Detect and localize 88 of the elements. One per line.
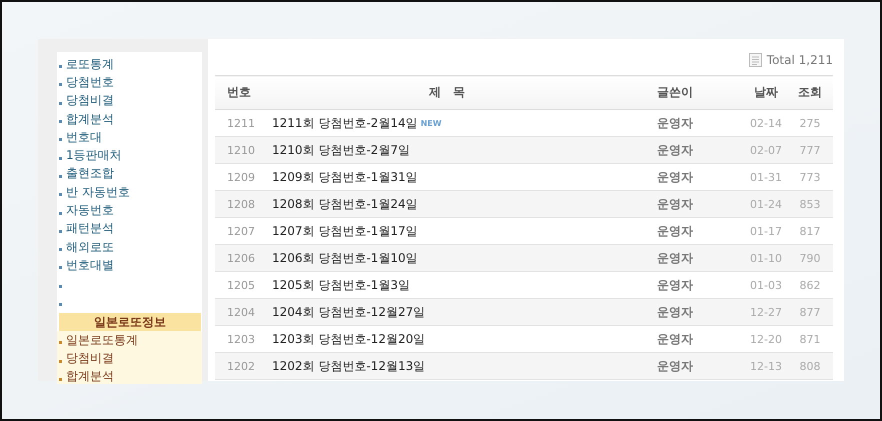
column-header: 글쓴이 [632,76,745,110]
bullet-icon [59,303,62,306]
table-cell: 운영자 [632,244,745,272]
table-cell: 운영자 [632,272,745,298]
bullet-icon [59,378,62,381]
table-cell: 777 [787,136,833,164]
table-cell: 1210 [215,136,262,164]
table-cell: 운영자 [632,164,745,190]
table-cell: 275 [787,110,833,136]
sidebar-link[interactable]: 출현조합 [66,165,114,182]
sidebar-link[interactable]: 합계분석 [66,110,114,128]
bullet-icon [59,193,62,196]
table-cell: 12-27 [745,298,787,326]
table-cell: 운영자 [632,298,745,326]
table-cell: 773 [787,164,833,190]
sidebar-link[interactable]: 해외로또 [66,238,114,256]
table-cell: 운영자 [632,326,745,352]
table-cell: 871 [787,326,833,352]
bullet-icon [59,230,62,233]
table-cell: 1208 [215,190,262,218]
table-cell: 877 [787,298,833,326]
bullet-icon [59,284,62,288]
table-cell: 운영자 [632,136,745,164]
bullet-icon [59,341,62,344]
sidebar-link[interactable]: 당첨비결 [66,92,114,110]
document-icon [748,53,762,67]
post-title-link[interactable]: 1204회 당첨번호-12월27일 [272,304,426,318]
table-cell: 01-03 [745,272,787,298]
column-header: 날짜 [745,76,787,110]
table-cell: 853 [787,190,833,218]
table-cell: 808 [787,352,833,380]
sidebar-link[interactable]: 자동번호 [66,202,114,220]
column-header: 번호 [215,76,262,110]
column-header: 제 목 [262,76,632,110]
bullet-icon [59,138,62,142]
post-title-link[interactable]: 1202회 당첨번호-12월13일 [272,358,426,372]
table-cell: 1207 [215,218,262,244]
table-cell: 1205 [215,272,262,298]
sidebar-link[interactable]: 로또통계 [66,56,114,73]
sidebar-link[interactable]: 번호대 [66,128,102,146]
bullet-icon [59,83,62,86]
sidebar-link[interactable]: 반 자동번호 [66,184,130,201]
table-cell: 운영자 [632,218,745,244]
table-cell: 01-17 [745,218,787,244]
table-cell: 운영자 [632,190,745,218]
total-count: Total 1,211 [766,53,833,67]
table-cell: 1209 [215,164,262,190]
sidebar-link[interactable]: 패턴분석 [66,220,114,238]
bullet-icon [59,65,62,68]
table-cell: 1206 [215,244,262,272]
table-cell: 1204 [215,298,262,326]
post-title-link[interactable]: 1211회 당첨번호-2월14일 [272,116,418,130]
bullet-icon [59,156,62,160]
bullet-icon [59,120,62,124]
table-cell: 12-20 [745,326,787,352]
post-title-link[interactable]: 1205회 당첨번호-1월3일 [272,278,410,292]
post-title-link[interactable]: 1209회 당첨번호-1월31일 [272,170,418,184]
sidebar-link[interactable]: 1등판매처 [66,147,122,164]
post-title-link[interactable]: 1206회 당첨번호-1월10일 [272,250,418,264]
table-cell: 01-31 [745,164,787,190]
table-cell: 1202 [215,352,262,380]
bullet-icon [59,360,62,363]
sidebar-link[interactable]: 번호대별 [66,256,114,274]
table-cell: 790 [787,244,833,272]
post-title-link[interactable]: 1208회 당첨번호-1월24일 [272,196,418,210]
table-cell: 운영자 [632,110,745,136]
bullet-icon [59,174,62,178]
table-cell: 817 [787,218,833,244]
table-cell: 1203 [215,326,262,352]
column-header: 조회 [787,76,833,110]
bullet-icon [59,248,62,252]
bullet-icon [59,212,62,215]
post-title-link[interactable]: 1203회 당첨번호-12월20일 [272,332,426,346]
table-cell: 862 [787,272,833,298]
bullet-icon [59,266,62,270]
table-cell: 01-24 [745,190,787,218]
table-cell: 운영자 [632,352,745,380]
table-cell: 02-14 [745,110,787,136]
post-title-link[interactable]: 1210회 당첨번호-2월7일 [272,142,410,156]
table-cell: 12-13 [745,352,787,380]
table-cell: 02-07 [745,136,787,164]
sidebar-link[interactable]: 당첨번호 [66,74,114,91]
bullet-icon [59,102,62,105]
post-title-link[interactable]: 1207회 당첨번호-1월17일 [272,224,418,238]
table-cell: 1211 [215,110,262,136]
new-label: NEW [420,118,442,128]
section-header: 일본로또정보 [59,313,201,332]
table-cell: 01-10 [745,244,787,272]
